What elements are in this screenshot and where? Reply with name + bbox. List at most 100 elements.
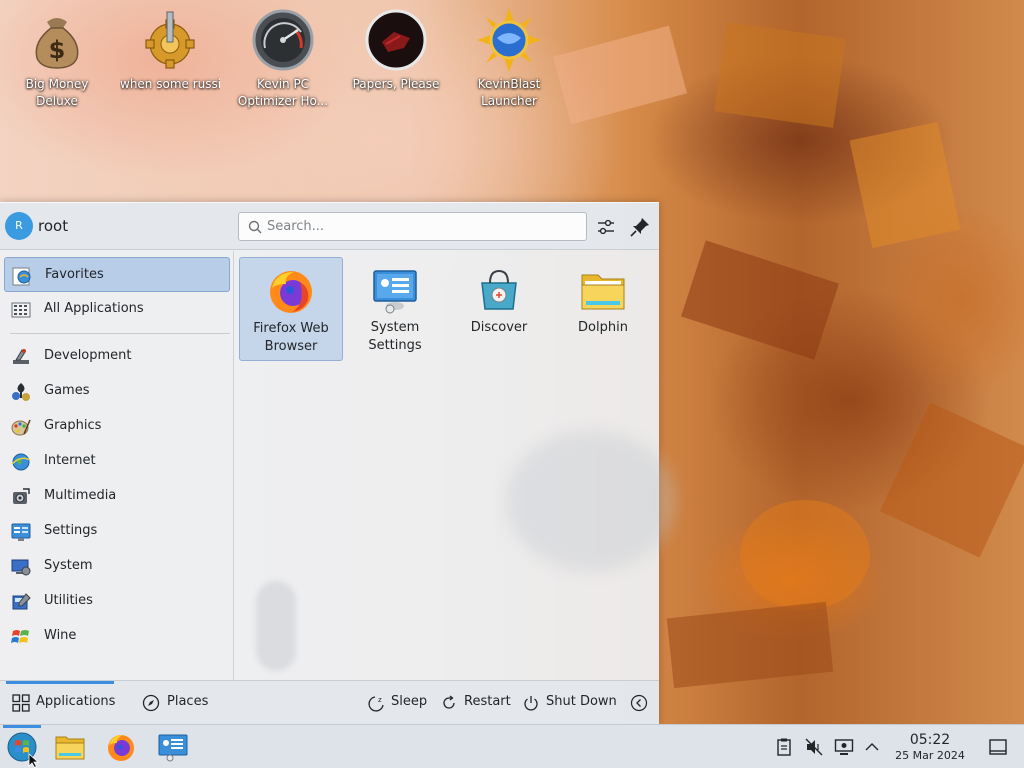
app-label: Browser: [264, 339, 318, 354]
system-settings-icon[interactable]: [157, 731, 189, 763]
games-icon: [12, 383, 30, 401]
app-discover[interactable]: Discover: [447, 257, 551, 361]
chevron-left-icon: [630, 694, 648, 712]
background-decoration: [256, 581, 296, 671]
grid-icon: [12, 694, 30, 712]
category-separator: [10, 333, 230, 334]
app-label: Dolphin: [578, 320, 628, 335]
category-label: Multimedia: [44, 488, 117, 503]
category-wine[interactable]: Wine: [4, 619, 230, 654]
launcher-header: R root: [0, 203, 659, 250]
category-development[interactable]: Development: [4, 339, 230, 374]
tab-places[interactable]: Places: [142, 692, 208, 714]
more-options-button[interactable]: [630, 692, 650, 714]
system-icon: [11, 559, 31, 576]
category-utilities[interactable]: Utilities: [4, 584, 230, 619]
desktop-icon-label: Big Money Deluxe: [25, 77, 89, 108]
clock-time[interactable]: 05:22: [895, 732, 965, 748]
desktop-icon-kevin-pc-optimizer[interactable]: Kevin PC Optimizer Ho...: [233, 8, 333, 110]
clipboard-icon[interactable]: [774, 737, 794, 757]
tab-label: Applications: [36, 694, 116, 709]
firefox-icon[interactable]: [105, 731, 137, 763]
app-dolphin[interactable]: Dolphin: [551, 257, 655, 361]
app-label: Firefox Web: [253, 321, 329, 336]
compass-icon: [142, 694, 160, 712]
desktop-icon-russian-runs[interactable]: when some russian runs a...: [120, 8, 220, 93]
shut-down-button[interactable]: Shut Down: [522, 692, 617, 714]
clock-date[interactable]: 25 Mar 2024: [887, 749, 973, 762]
app-label: Settings: [368, 338, 422, 353]
speedometer-icon: [252, 9, 314, 71]
desktop-icon-label: Papers, Please: [352, 77, 440, 91]
papers-please-icon: [365, 9, 427, 71]
background-decoration: [506, 431, 676, 571]
development-icon: [13, 349, 29, 364]
desktop-icon-label: Kevin PC Optimizer Ho...: [237, 77, 329, 108]
category-settings[interactable]: Settings: [4, 514, 230, 549]
show-desktop-icon[interactable]: [988, 737, 1008, 757]
category-label: Development: [44, 348, 132, 363]
svg-text:z: z: [378, 696, 382, 704]
category-label: All Applications: [44, 301, 144, 316]
active-tab-indicator: [6, 681, 114, 684]
category-all-applications[interactable]: All Applications: [4, 292, 230, 327]
gear-icon: [145, 11, 195, 69]
all-apps-icon: [11, 302, 31, 318]
search-field[interactable]: [238, 212, 587, 241]
sleep-button[interactable]: z Sleep: [368, 692, 428, 714]
configure-icon[interactable]: [594, 215, 618, 239]
internet-icon: [11, 453, 31, 471]
restart-button[interactable]: Restart: [440, 692, 511, 714]
wine-icon: [11, 630, 29, 643]
favorites-grid: Firefox Web Browser System Settings Disc…: [236, 251, 676, 680]
folder-icon[interactable]: [54, 731, 86, 763]
kevinblast-icon: [477, 8, 541, 72]
folder-icon: [581, 274, 625, 310]
restart-icon: [443, 695, 455, 709]
avatar[interactable]: R: [5, 212, 33, 240]
category-label: Graphics: [44, 418, 102, 433]
volume-muted-icon[interactable]: [804, 737, 824, 757]
category-games[interactable]: Games: [4, 374, 230, 409]
category-favorites[interactable]: Favorites: [4, 257, 230, 292]
display-icon[interactable]: [834, 737, 854, 757]
svg-text:$: $: [49, 36, 66, 64]
desktop-icon-big-money-deluxe[interactable]: $ Big Money Deluxe: [7, 8, 107, 110]
settings-icon: [11, 523, 31, 541]
category-graphics[interactable]: Graphics: [4, 409, 230, 444]
search-input[interactable]: [267, 213, 581, 240]
category-label: Internet: [44, 453, 96, 468]
category-multimedia[interactable]: Multimedia: [4, 479, 230, 514]
power-icon: [524, 696, 538, 711]
chevron-up-icon[interactable]: [862, 737, 882, 757]
system-settings-icon: [373, 270, 417, 314]
category-system[interactable]: System: [4, 549, 230, 584]
category-label: Utilities: [44, 593, 93, 608]
money-bag-icon: $: [35, 18, 79, 69]
graphics-icon: [11, 419, 31, 436]
category-internet[interactable]: Internet: [4, 444, 230, 479]
desktop-icon-label: when some russian runs a...: [120, 77, 220, 91]
multimedia-icon: [13, 488, 30, 504]
app-firefox[interactable]: Firefox Web Browser: [239, 257, 343, 361]
power-label: Sleep: [391, 694, 428, 709]
power-label: Shut Down: [546, 694, 617, 709]
active-task-indicator: [3, 725, 41, 728]
launcher-footer: Applications Places z Sleep Restart Shut…: [0, 680, 659, 725]
favorites-icon: [12, 267, 31, 286]
search-icon: [248, 220, 262, 234]
app-system-settings[interactable]: System Settings: [343, 257, 447, 361]
mouse-cursor-icon: [28, 753, 40, 768]
category-label: System: [44, 558, 93, 573]
utilities-icon: [12, 593, 31, 610]
pin-icon[interactable]: [628, 215, 652, 239]
desktop-icon-papers-please[interactable]: Papers, Please: [346, 8, 446, 93]
desktop-icon-kevinblast-launcher[interactable]: KevinBlast Launcher: [459, 8, 559, 110]
username: root: [38, 217, 69, 235]
application-launcher: R root Favorites: [0, 202, 676, 725]
firefox-icon: [270, 271, 312, 313]
tab-label: Places: [167, 694, 209, 709]
desktop-icon-label: KevinBlast Launcher: [477, 77, 541, 108]
app-label: Discover: [470, 320, 528, 335]
tab-applications[interactable]: Applications: [12, 692, 116, 714]
